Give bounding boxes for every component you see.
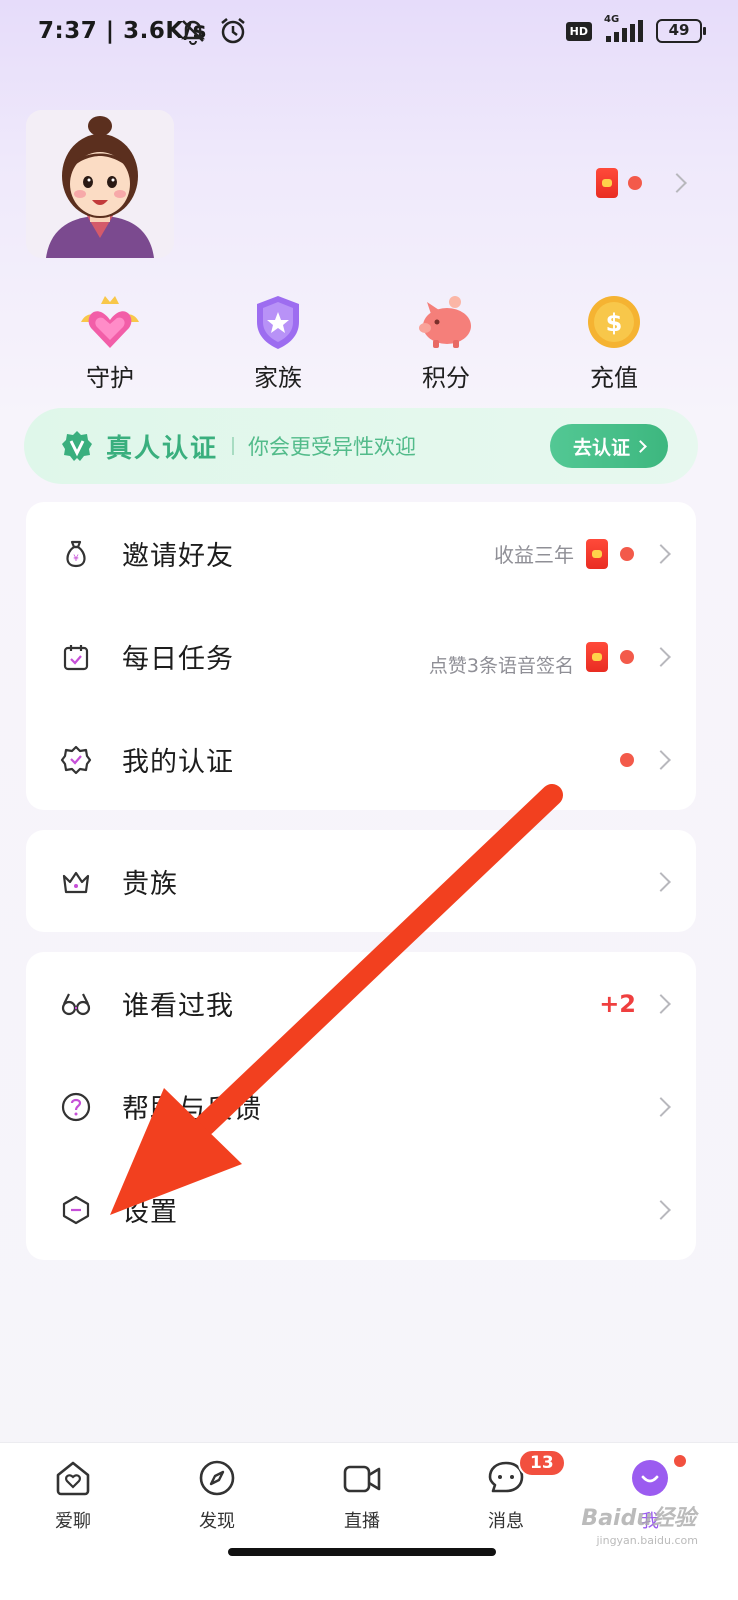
battery-indicator: 49	[656, 19, 706, 43]
badge-check-icon	[60, 745, 92, 774]
svg-text:¥: ¥	[73, 554, 79, 564]
chevron-right-icon	[651, 543, 671, 564]
divider	[232, 437, 235, 455]
tab-live[interactable]: 直播	[312, 1457, 412, 1533]
menu-item-daily-task[interactable]: 每日任务 点赞3条语音签名	[26, 605, 696, 708]
avatar[interactable]	[26, 110, 174, 258]
row-right	[651, 1158, 671, 1261]
verify-title: 真人认证	[106, 433, 219, 464]
status-icons	[178, 16, 248, 46]
menu-card-main: ¥ 邀请好友 收益三年 每日任务 点赞3条语音签名 我的认证	[26, 502, 696, 810]
family-shield-icon	[257, 296, 299, 349]
menu-card-noble: 贵族	[26, 830, 696, 932]
chevron-right-icon	[651, 993, 671, 1014]
tab-aichat[interactable]: 爱聊	[23, 1457, 123, 1533]
verify-button[interactable]: 去认证	[550, 424, 668, 468]
redpacket-icon	[586, 538, 608, 569]
quick-action-family[interactable]: 家族	[213, 292, 343, 393]
menu-card-others: 谁看过我 +2 帮助与反馈 设置	[26, 952, 696, 1260]
watermark: Baidu经验	[581, 1506, 696, 1531]
question-circle-icon	[61, 1092, 91, 1121]
compass-icon	[199, 1460, 235, 1496]
redpacket-icon	[596, 168, 618, 198]
row-right: 收益三年	[494, 502, 671, 605]
menu-item-visitors[interactable]: 谁看过我 +2	[26, 952, 696, 1055]
task-hint: 点赞3条语音签名	[428, 654, 574, 677]
menu-item-settings[interactable]: 设置	[26, 1158, 696, 1261]
calendar-check-icon	[63, 644, 89, 670]
chevron-right-icon	[667, 173, 687, 193]
verified-badge-icon	[62, 431, 92, 461]
menu-item-help[interactable]: 帮助与反馈	[26, 1055, 696, 1158]
status-bar: 7:37 | 3.6K/s HD 4G 49	[0, 0, 738, 64]
tab-messages[interactable]: 消息 13	[456, 1449, 566, 1533]
hd-badge: HD	[565, 21, 592, 41]
row-right	[651, 830, 671, 933]
row-right	[620, 708, 671, 811]
me-smile-icon	[632, 1460, 668, 1496]
verify-subtitle: 你会更受异性欢迎	[248, 435, 417, 459]
menu-item-my-verify[interactable]: 我的认证	[26, 708, 696, 811]
chevron-right-icon	[651, 1199, 671, 1220]
quick-action-recharge[interactable]: $ 充值	[549, 292, 679, 393]
bell-muted-icon	[180, 20, 206, 45]
row-right	[651, 1055, 671, 1158]
notification-dot	[620, 546, 634, 561]
signal-icon: 4G	[602, 14, 646, 44]
visitor-count: +2	[599, 989, 636, 1018]
crown-icon	[62, 871, 90, 893]
alarm-icon	[221, 18, 245, 44]
chevron-right-icon	[651, 871, 671, 892]
menu-item-noble[interactable]: 贵族	[26, 830, 696, 933]
quick-actions: 守护 家族 积分 $ 充值	[26, 292, 698, 393]
menu-item-invite[interactable]: ¥ 邀请好友 收益三年	[26, 502, 696, 605]
chevron-right-icon	[651, 1096, 671, 1117]
verify-banner[interactable]: 真人认证 你会更受异性欢迎 去认证	[24, 408, 698, 484]
video-camera-icon	[343, 1465, 381, 1493]
money-bag-icon: ¥	[66, 540, 86, 567]
notification-dot	[628, 176, 642, 190]
chevron-right-icon	[651, 749, 671, 770]
unread-badge: 13	[518, 1449, 566, 1477]
guard-heart-crown-icon	[81, 296, 139, 348]
hexagon-settings-icon	[62, 1195, 90, 1224]
notification-dot	[620, 649, 634, 664]
notification-dot	[620, 752, 634, 767]
redpacket-icon	[586, 641, 608, 672]
home-indicator	[228, 1548, 496, 1556]
row-right: 点赞3条语音签名	[428, 605, 671, 708]
quick-action-guard[interactable]: 守护	[45, 292, 175, 393]
watermark-url: jingyan.baidu.com	[596, 1534, 698, 1547]
glasses-icon	[61, 993, 91, 1015]
piggy-bank-icon	[419, 296, 471, 348]
tab-discover[interactable]: 发现	[167, 1457, 267, 1533]
chevron-right-icon	[651, 646, 671, 667]
notification-dot	[672, 1453, 688, 1469]
cartoon-woman-avatar	[26, 110, 174, 258]
svg-text:$: $	[606, 309, 623, 337]
row-right: +2	[599, 952, 671, 1055]
coin-dollar-icon: $	[588, 296, 640, 348]
quick-action-points[interactable]: 积分	[381, 292, 511, 393]
home-heart-icon	[56, 1461, 90, 1496]
chevron-right-icon	[634, 439, 647, 453]
header-redpacket-area[interactable]	[596, 168, 687, 198]
status-right: HD 4G 49	[565, 14, 706, 44]
